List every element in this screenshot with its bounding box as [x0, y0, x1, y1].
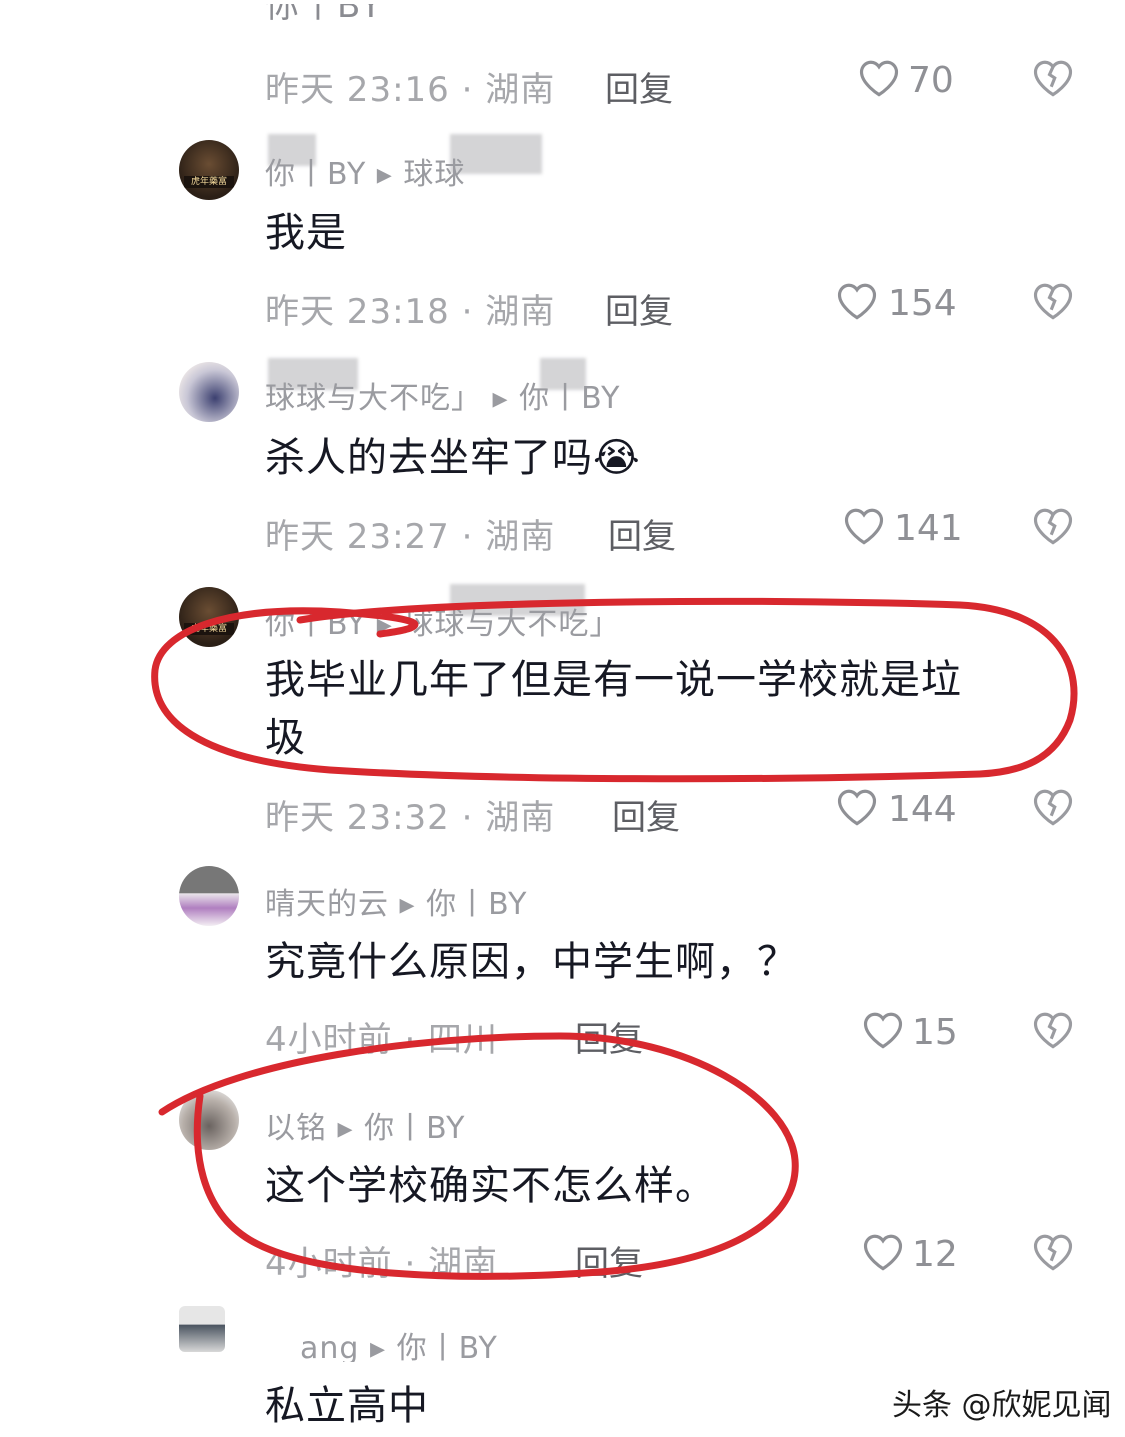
broken-heart-icon [1033, 283, 1073, 320]
avatar[interactable] [179, 587, 239, 647]
like-button[interactable] [843, 506, 885, 550]
red-annotation-overlay [151, 597, 1078, 1280]
like-count: 70 [908, 60, 954, 101]
like-count: 144 [888, 789, 957, 830]
reply-button[interactable]: 回复 [605, 62, 673, 111]
comment-meta: 4小时前 · 四川 [265, 1020, 499, 1060]
reply-button[interactable]: 回复 [575, 1236, 643, 1285]
dislike-button[interactable] [1032, 1232, 1074, 1276]
dislike-button[interactable] [1032, 281, 1074, 325]
broken-heart-icon [1033, 1012, 1073, 1049]
dislike-button[interactable] [1032, 1010, 1074, 1054]
comment-text: 我是 [265, 210, 347, 256]
comment-text-continued: 圾 [265, 715, 306, 761]
dislike-button[interactable] [1032, 506, 1074, 550]
avatar[interactable] [179, 866, 239, 926]
reply-chain-username[interactable]: 球球与大不吃」 ▸ 你丨BY [265, 378, 735, 413]
heart-outline-icon [844, 508, 884, 545]
reply-chain-username[interactable]: ang ▸ 你丨BY [300, 1328, 600, 1363]
comment-meta: 昨天 23:27 · 湖南 [265, 517, 556, 557]
crying-face-emoji: 😭 [593, 435, 641, 481]
like-button[interactable] [836, 281, 878, 325]
reply-button[interactable]: 回复 [605, 284, 673, 333]
avatar[interactable] [179, 1090, 239, 1150]
reply-chain-username[interactable]: 以铭 ▸ 你丨BY [265, 1108, 705, 1143]
broken-heart-icon [1033, 789, 1073, 826]
like-button[interactable] [862, 1232, 904, 1276]
heart-outline-icon [837, 283, 877, 320]
broken-heart-icon [1033, 60, 1073, 97]
like-button[interactable] [862, 1010, 904, 1054]
like-button[interactable] [836, 787, 878, 831]
comment-meta: 4小时前 · 湖南 [265, 1244, 499, 1284]
broken-heart-icon [1033, 508, 1073, 545]
watermark: 头条 @欣妮见闻 [892, 1388, 1112, 1423]
like-count: 12 [912, 1234, 958, 1275]
comment-text: 这个学校确实不怎么样。 [265, 1163, 716, 1209]
comment-text: 杀人的去坐牢了吗😭 [265, 435, 641, 481]
reply-chain-username[interactable]: 晴天的云 ▸ 你丨BY [265, 884, 625, 919]
like-count: 141 [894, 508, 963, 549]
reply-button[interactable]: 回复 [575, 1012, 643, 1061]
avatar[interactable] [179, 140, 239, 200]
avatar[interactable] [179, 362, 239, 422]
dislike-button[interactable] [1032, 787, 1074, 831]
like-count: 15 [912, 1012, 958, 1053]
like-button[interactable] [858, 58, 900, 102]
broken-heart-icon [1033, 1234, 1073, 1271]
heart-outline-icon [837, 789, 877, 826]
comment-meta: 昨天 23:32 · 湖南 [265, 798, 556, 838]
reply-chain-username[interactable]: 你丨BY ▸ 球球与大不吃」 [265, 604, 725, 639]
comment-text: 私立高中 [265, 1383, 429, 1429]
reply-chain-username[interactable]: 你丨BY ▸ 球球 [265, 154, 705, 189]
heart-outline-icon [859, 60, 899, 97]
dislike-button[interactable] [1032, 58, 1074, 102]
comment-meta: 昨天 23:16 · 湖南 [265, 70, 556, 110]
comment-meta: 昨天 23:18 · 湖南 [265, 292, 556, 332]
avatar[interactable] [179, 1306, 225, 1352]
like-count: 154 [888, 283, 957, 324]
cut-off-username: 你丨BY [265, 4, 384, 26]
comment-text: 我毕业几年了但是有一说一学校就是垃 [265, 657, 962, 703]
comment-text: 究竟什么原因，中学生啊，？ [265, 939, 798, 985]
heart-outline-icon [863, 1012, 903, 1049]
heart-outline-icon [863, 1234, 903, 1271]
reply-button[interactable]: 回复 [612, 790, 680, 839]
reply-button[interactable]: 回复 [608, 509, 676, 558]
